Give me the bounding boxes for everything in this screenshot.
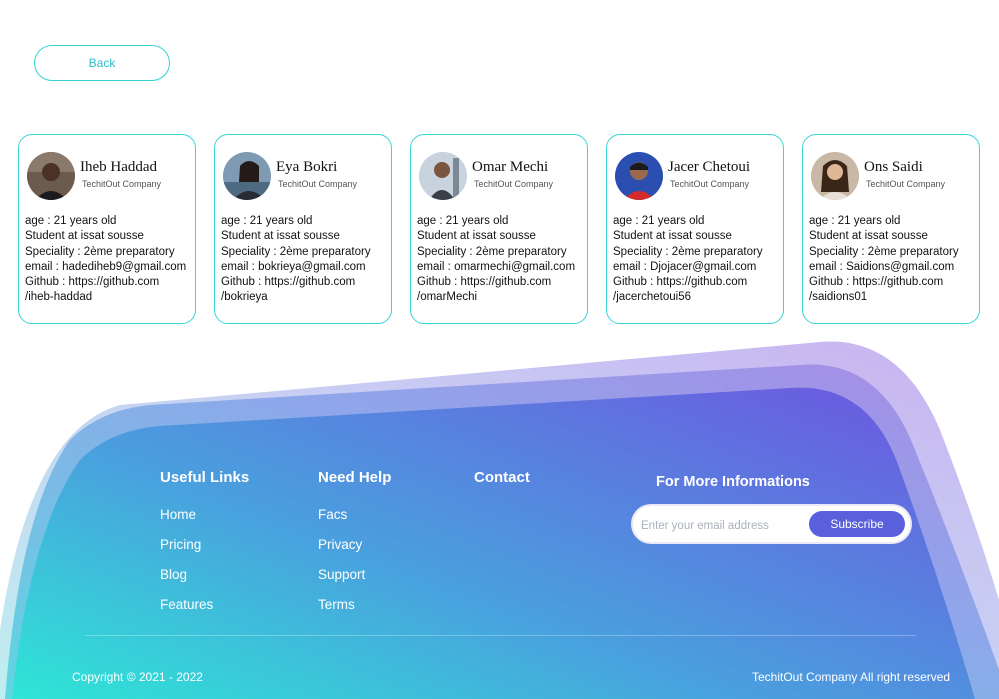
footer-link-facs[interactable]: Facs bbox=[318, 507, 347, 522]
footer-divider bbox=[85, 635, 916, 636]
footer-link-blog[interactable]: Blog bbox=[160, 567, 187, 582]
avatar bbox=[27, 152, 75, 200]
member-info: age : 21 years old Student at issat sous… bbox=[25, 214, 186, 306]
member-speciality: Speciality : 2ème preparatory bbox=[809, 245, 959, 258]
member-info: age : 21 years old Student at issat sous… bbox=[221, 214, 371, 306]
member-age: age : 21 years old bbox=[809, 215, 901, 227]
member-email: email : bokrieya@gmail.com bbox=[221, 260, 366, 273]
rights-text: TechitOut Company All right reserved bbox=[752, 670, 951, 684]
member-info: age : 21 years old Student at issat sous… bbox=[417, 214, 575, 306]
need-help-title: Need Help bbox=[318, 469, 392, 486]
member-school: Student at issat sousse bbox=[417, 230, 536, 243]
member-age: age : 21 years old bbox=[221, 215, 313, 227]
member-card: Iheb Haddad TechitOut Company age : 21 y… bbox=[18, 134, 196, 324]
member-github: Github : https://github.com bbox=[417, 276, 552, 289]
member-github: Github : https://github.com bbox=[221, 276, 356, 289]
member-github: Github : https://github.com bbox=[809, 276, 944, 289]
member-age: age : 21 years old bbox=[25, 215, 117, 227]
member-github-path: /omarMechi bbox=[417, 291, 478, 304]
footer-link-privacy[interactable]: Privacy bbox=[318, 537, 362, 552]
footer-link-terms[interactable]: Terms bbox=[318, 597, 355, 612]
member-school: Student at issat sousse bbox=[25, 230, 144, 243]
member-company: TechitOut Company bbox=[278, 179, 358, 189]
member-school: Student at issat sousse bbox=[221, 230, 340, 243]
member-company: TechitOut Company bbox=[474, 179, 554, 189]
avatar bbox=[419, 152, 467, 200]
subscribe-button[interactable]: Subscribe bbox=[809, 511, 905, 537]
member-company: TechitOut Company bbox=[82, 179, 162, 189]
back-button[interactable]: Back bbox=[34, 45, 170, 81]
member-company: TechitOut Company bbox=[866, 179, 946, 189]
contact-title: Contact bbox=[474, 469, 530, 486]
member-email: email : hadediheb9@gmail.com bbox=[25, 260, 187, 273]
member-name: Iheb Haddad bbox=[80, 159, 158, 175]
member-email: email : Saidions@gmail.com bbox=[809, 260, 955, 273]
member-github: Github : https://github.com bbox=[613, 276, 748, 289]
member-github-path: /jacerchetoui56 bbox=[613, 291, 691, 304]
member-school: Student at issat sousse bbox=[809, 230, 928, 243]
footer-link-pricing[interactable]: Pricing bbox=[160, 537, 201, 552]
member-age: age : 21 years old bbox=[613, 215, 705, 227]
member-speciality: Speciality : 2ème preparatory bbox=[417, 245, 567, 258]
member-speciality: Speciality : 2ème preparatory bbox=[221, 245, 371, 258]
member-age: age : 21 years old bbox=[417, 215, 509, 227]
footer-link-support[interactable]: Support bbox=[318, 567, 365, 582]
member-email: email : Djojacer@gmail.com bbox=[613, 260, 757, 273]
member-github-path: /saidions01 bbox=[809, 291, 868, 304]
avatar bbox=[223, 152, 271, 200]
member-email: email : omarmechi@gmail.com bbox=[417, 260, 576, 273]
member-card: Ons Saidi TechitOut Company age : 21 yea… bbox=[802, 134, 980, 324]
member-card: Jacer Chetoui TechitOut Company age : 21… bbox=[606, 134, 784, 324]
member-name: Ons Saidi bbox=[864, 159, 923, 175]
newsletter-title: For More Informations bbox=[656, 474, 810, 490]
member-name: Omar Mechi bbox=[472, 159, 549, 175]
footer-link-features[interactable]: Features bbox=[160, 597, 213, 612]
member-github: Github : https://github.com bbox=[25, 276, 160, 289]
member-info: age : 21 years old Student at issat sous… bbox=[613, 214, 763, 306]
member-speciality: Speciality : 2ème preparatory bbox=[613, 245, 763, 258]
member-name: Eya Bokri bbox=[276, 159, 338, 175]
avatar bbox=[615, 152, 663, 200]
useful-links-title: Useful Links bbox=[160, 469, 250, 486]
member-card: Eya Bokri TechitOut Company age : 21 yea… bbox=[214, 134, 392, 324]
footer-link-home[interactable]: Home bbox=[160, 507, 196, 522]
member-school: Student at issat sousse bbox=[613, 230, 732, 243]
avatar bbox=[811, 152, 859, 200]
member-info: age : 21 years old Student at issat sous… bbox=[809, 214, 959, 306]
member-card: Omar Mechi TechitOut Company age : 21 ye… bbox=[410, 134, 588, 324]
member-github-path: /iheb-haddad bbox=[25, 291, 93, 304]
copyright-text: Copyright © 2021 - 2022 bbox=[72, 670, 203, 684]
email-field[interactable] bbox=[639, 514, 803, 538]
member-name: Jacer Chetoui bbox=[668, 159, 751, 175]
member-company: TechitOut Company bbox=[670, 179, 750, 189]
member-github-path: /bokrieya bbox=[221, 291, 268, 304]
newsletter-form: Subscribe bbox=[631, 504, 912, 544]
member-speciality: Speciality : 2ème preparatory bbox=[25, 245, 175, 258]
